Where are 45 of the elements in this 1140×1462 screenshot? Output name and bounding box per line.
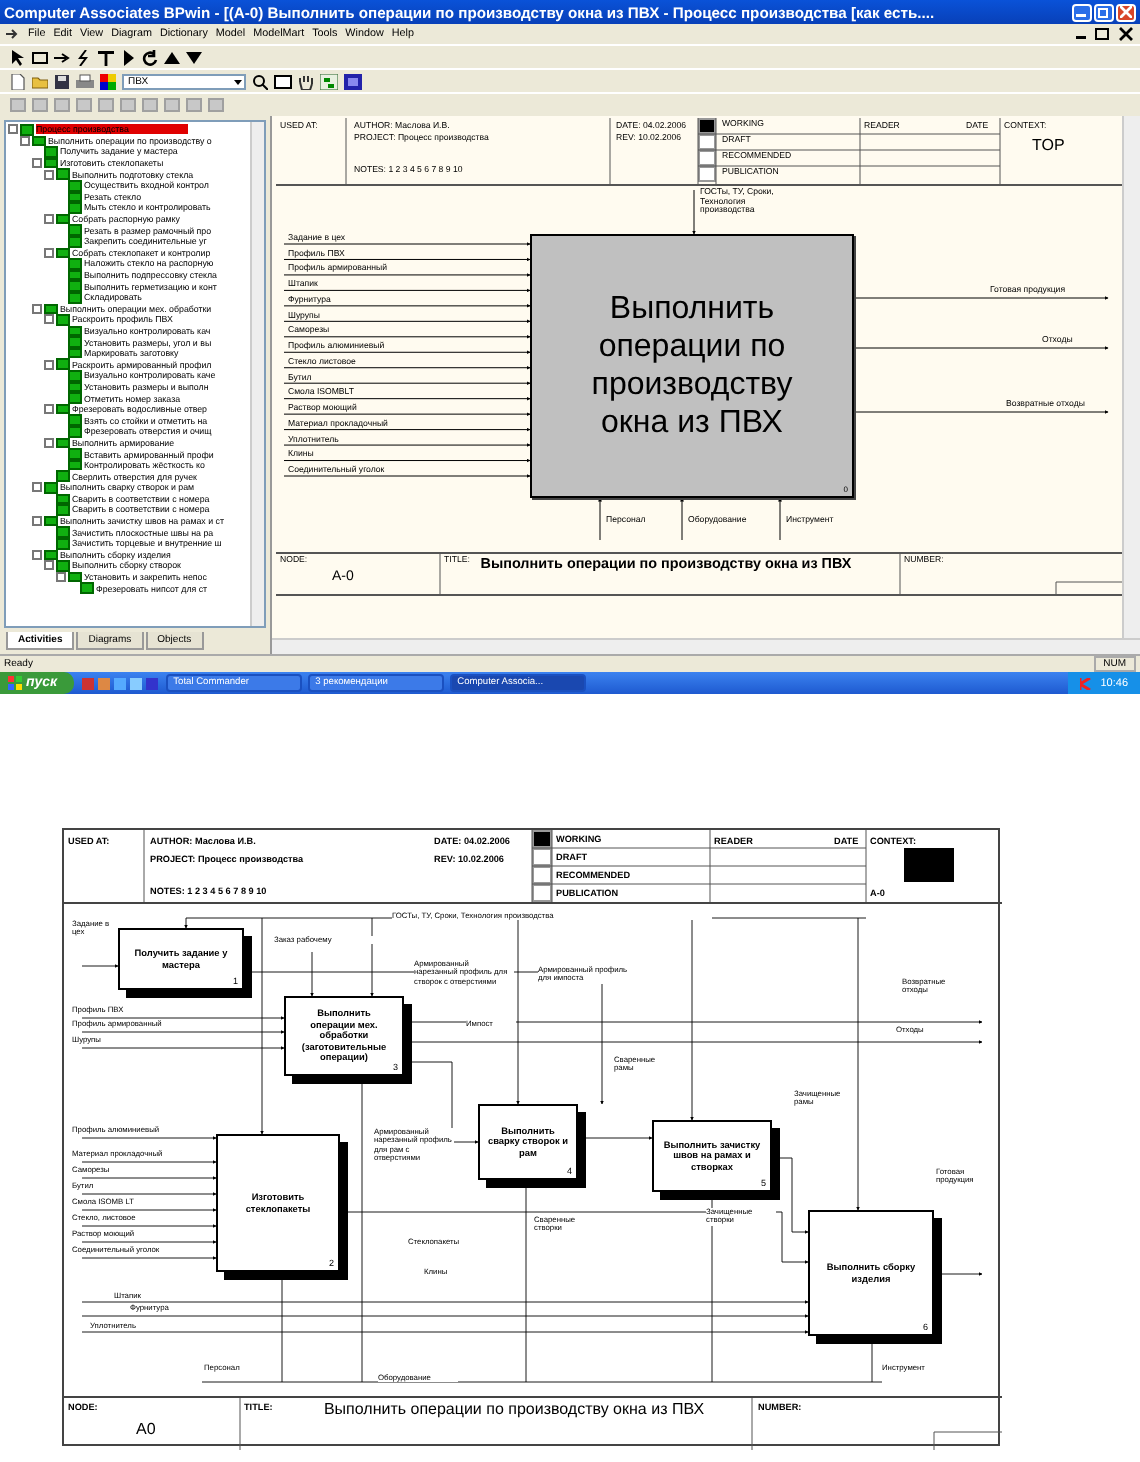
- squiggle-icon[interactable]: [76, 49, 92, 65]
- collapse-toggle-icon[interactable]: [44, 359, 54, 370]
- hand-icon[interactable]: [298, 73, 314, 89]
- collapse-toggle-icon[interactable]: [44, 247, 54, 258]
- close-icon: [1120, 6, 1132, 18]
- activity-box-text: Выполнить операции по производству окна из ПВХ: [589, 289, 795, 443]
- quick-launch-icons[interactable]: [79, 675, 160, 691]
- app-icon: [6, 28, 20, 40]
- close-button[interactable]: [1116, 3, 1136, 21]
- collapse-toggle-icon[interactable]: [32, 516, 42, 527]
- minimize-button[interactable]: [1072, 3, 1092, 21]
- document-window-controls-icon: [1074, 26, 1134, 42]
- monitor-icon[interactable]: [344, 73, 362, 89]
- collapse-toggle-icon[interactable]: [44, 214, 54, 225]
- scrollbar[interactable]: [272, 638, 1140, 654]
- zoom-icon[interactable]: [252, 73, 268, 89]
- new-file-icon[interactable]: [10, 73, 26, 89]
- box-icon[interactable]: [32, 49, 48, 65]
- collapse-toggle-icon[interactable]: [44, 404, 54, 415]
- diagram-title: Выполнить операции по производству окна из ПВХ: [321, 1402, 707, 1420]
- dropdown-caret-icon: [232, 75, 244, 87]
- windows-logo-icon: [8, 676, 22, 690]
- up-icon[interactable]: [164, 49, 180, 65]
- context-diagram-thumbnail: [904, 848, 954, 882]
- node-number: A0: [136, 1422, 156, 1440]
- collapse-toggle-icon[interactable]: [32, 482, 42, 493]
- antivirus-icon: [1080, 677, 1093, 689]
- folder-icon[interactable]: [32, 73, 48, 89]
- context-value: TOP: [1032, 138, 1065, 156]
- tree-view-icon[interactable]: [320, 73, 338, 89]
- pointer-icon[interactable]: [10, 49, 26, 65]
- restore-icon: [1098, 6, 1110, 18]
- print-icon[interactable]: [76, 73, 94, 89]
- window-icon[interactable]: [274, 73, 292, 89]
- arrow-icon[interactable]: [54, 49, 70, 65]
- color-palette-icon[interactable]: [100, 73, 116, 89]
- save-icon[interactable]: [54, 73, 70, 89]
- undo-icon[interactable]: [142, 49, 158, 65]
- down-icon[interactable]: [186, 49, 202, 65]
- maximize-button[interactable]: [1094, 3, 1114, 21]
- text-icon[interactable]: [98, 49, 114, 65]
- play-icon[interactable]: [120, 49, 136, 65]
- collapse-toggle-icon[interactable]: [44, 437, 54, 448]
- scrollbar[interactable]: [1122, 116, 1140, 638]
- scrollbar[interactable]: [250, 122, 264, 626]
